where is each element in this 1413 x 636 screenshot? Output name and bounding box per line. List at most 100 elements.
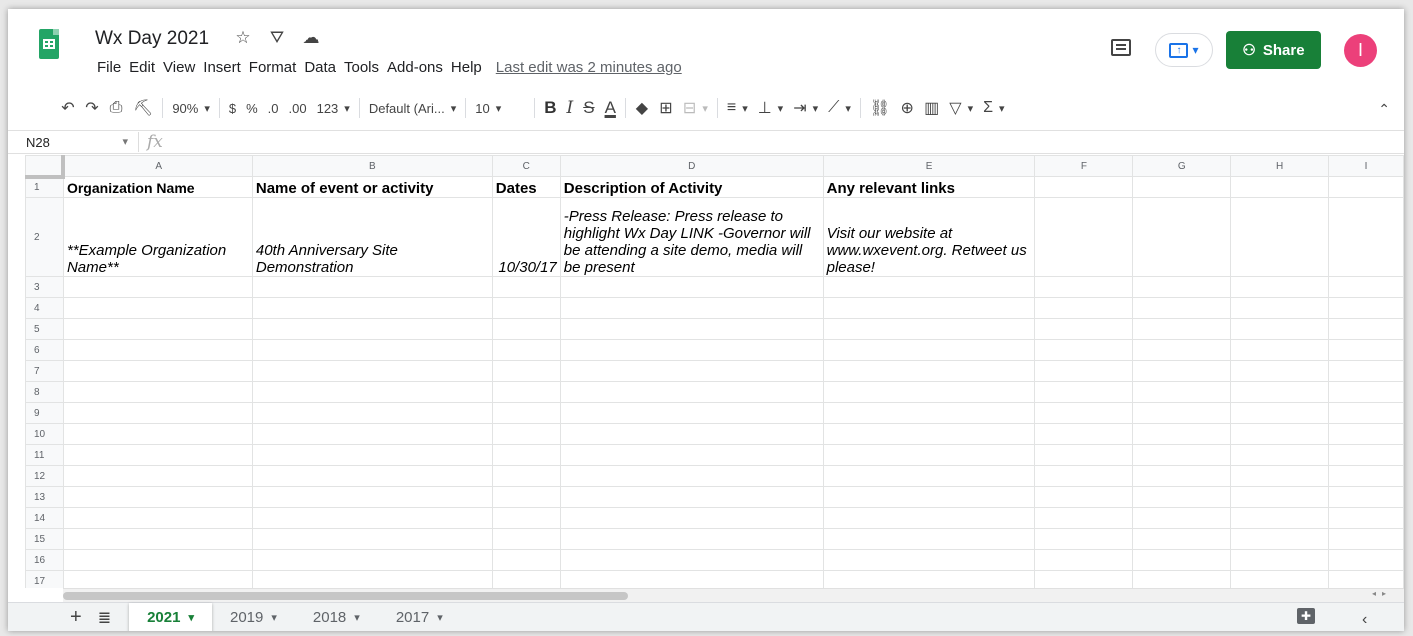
table-cell[interactable] bbox=[822, 444, 1036, 466]
table-cell[interactable] bbox=[1132, 549, 1232, 571]
table-cell[interactable] bbox=[1132, 465, 1232, 487]
cell-a2[interactable]: **Example Organization Name** bbox=[62, 197, 253, 277]
present-button[interactable]: ↑ ▾ bbox=[1155, 33, 1213, 67]
table-cell[interactable] bbox=[251, 276, 493, 298]
table-cell[interactable] bbox=[62, 423, 253, 445]
table-cell[interactable] bbox=[251, 486, 493, 508]
table-cell[interactable] bbox=[1230, 339, 1330, 361]
text-wrapping-icon[interactable]: ⇥ bbox=[788, 96, 823, 120]
row-header[interactable]: 6 bbox=[25, 339, 64, 361]
table-cell[interactable] bbox=[1034, 507, 1134, 529]
menu-help[interactable]: Help bbox=[447, 59, 486, 76]
table-cell[interactable] bbox=[251, 528, 493, 550]
table-cell[interactable] bbox=[62, 507, 253, 529]
row-header[interactable]: 17 bbox=[25, 570, 64, 588]
table-cell[interactable] bbox=[1328, 381, 1404, 403]
table-cell[interactable] bbox=[559, 423, 824, 445]
table-cell[interactable] bbox=[559, 339, 824, 361]
table-cell[interactable] bbox=[822, 528, 1036, 550]
table-cell[interactable] bbox=[1034, 486, 1134, 508]
table-cell[interactable] bbox=[822, 381, 1036, 403]
tab-2018[interactable]: 2018 bbox=[295, 603, 378, 632]
table-cell[interactable] bbox=[1328, 423, 1404, 445]
column-header-c[interactable]: C bbox=[491, 155, 561, 177]
table-cell[interactable] bbox=[822, 423, 1036, 445]
star-icon[interactable]: ☆ bbox=[233, 28, 253, 48]
table-cell[interactable] bbox=[1230, 318, 1330, 340]
table-cell[interactable] bbox=[1328, 444, 1404, 466]
table-cell[interactable] bbox=[62, 318, 253, 340]
table-cell[interactable] bbox=[251, 402, 493, 424]
table-cell[interactable] bbox=[1132, 360, 1232, 382]
table-cell[interactable] bbox=[62, 339, 253, 361]
table-cell[interactable] bbox=[491, 423, 561, 445]
row-header[interactable]: 4 bbox=[25, 297, 64, 319]
table-cell[interactable] bbox=[491, 486, 561, 508]
table-cell[interactable] bbox=[559, 486, 824, 508]
table-cell[interactable] bbox=[1230, 507, 1330, 529]
select-all-corner[interactable] bbox=[25, 155, 66, 179]
table-cell[interactable] bbox=[822, 507, 1036, 529]
table-cell[interactable] bbox=[491, 549, 561, 571]
table-cell[interactable] bbox=[251, 360, 493, 382]
filter-icon[interactable]: ▽ bbox=[944, 96, 978, 120]
table-cell[interactable] bbox=[251, 549, 493, 571]
table-cell[interactable] bbox=[491, 528, 561, 550]
table-cell[interactable] bbox=[822, 360, 1036, 382]
table-cell[interactable] bbox=[251, 444, 493, 466]
functions-icon[interactable]: Σ bbox=[978, 96, 1009, 120]
table-cell[interactable] bbox=[491, 465, 561, 487]
table-cell[interactable] bbox=[491, 318, 561, 340]
table-cell[interactable] bbox=[1132, 318, 1232, 340]
cell-g2[interactable] bbox=[1132, 197, 1232, 277]
table-cell[interactable] bbox=[1328, 507, 1404, 529]
table-cell[interactable] bbox=[1132, 297, 1232, 319]
table-cell[interactable] bbox=[822, 465, 1036, 487]
table-cell[interactable] bbox=[62, 528, 253, 550]
table-cell[interactable] bbox=[559, 297, 824, 319]
table-cell[interactable] bbox=[491, 339, 561, 361]
table-cell[interactable] bbox=[251, 507, 493, 529]
table-cell[interactable] bbox=[559, 318, 824, 340]
column-header-a[interactable]: A bbox=[62, 155, 253, 177]
tab-2019[interactable]: 2019 bbox=[212, 603, 295, 632]
explore-icon[interactable]: ✚ bbox=[1297, 608, 1315, 624]
menu-file[interactable]: File bbox=[93, 59, 125, 76]
cell-f1[interactable] bbox=[1034, 176, 1134, 198]
table-cell[interactable] bbox=[1328, 339, 1404, 361]
table-cell[interactable] bbox=[1132, 507, 1232, 529]
table-cell[interactable] bbox=[1328, 276, 1404, 298]
row-header[interactable]: 1 bbox=[25, 176, 64, 198]
table-cell[interactable] bbox=[62, 465, 253, 487]
percent-format-button[interactable]: % bbox=[241, 96, 263, 120]
scrollbar-thumb[interactable] bbox=[63, 592, 628, 600]
move-to-drive-icon[interactable]: ⛛ bbox=[267, 28, 287, 48]
cell-a1[interactable]: Organization Name bbox=[62, 176, 253, 198]
row-header[interactable]: 16 bbox=[25, 549, 64, 571]
cell-e2[interactable]: Visit our website at www.wxevent.org. Re… bbox=[822, 197, 1036, 277]
increase-decimal-button[interactable]: .00 bbox=[284, 96, 312, 120]
table-cell[interactable] bbox=[1328, 486, 1404, 508]
table-cell[interactable] bbox=[1132, 423, 1232, 445]
cell-d2[interactable]: -Press Release: Press release to highlig… bbox=[559, 197, 824, 277]
table-cell[interactable] bbox=[251, 381, 493, 403]
strikethrough-button[interactable]: S bbox=[578, 96, 599, 120]
scroll-arrows-icon[interactable]: ◂▸ bbox=[1372, 589, 1392, 598]
table-cell[interactable] bbox=[559, 507, 824, 529]
row-header[interactable]: 11 bbox=[25, 444, 64, 466]
row-header[interactable]: 7 bbox=[25, 360, 64, 382]
horizontal-scrollbar[interactable]: ◂▸ bbox=[63, 588, 1404, 602]
table-cell[interactable] bbox=[1230, 486, 1330, 508]
column-header-e[interactable]: E bbox=[822, 155, 1036, 177]
menu-insert[interactable]: Insert bbox=[199, 59, 245, 76]
insert-comment-icon[interactable]: ⊕ bbox=[895, 96, 919, 120]
menu-view[interactable]: View bbox=[159, 59, 199, 76]
table-cell[interactable] bbox=[559, 402, 824, 424]
redo-icon[interactable]: ↷ bbox=[80, 96, 104, 120]
table-cell[interactable] bbox=[1034, 570, 1134, 588]
table-cell[interactable] bbox=[1230, 381, 1330, 403]
table-cell[interactable] bbox=[1034, 444, 1134, 466]
menu-tools[interactable]: Tools bbox=[340, 59, 383, 76]
table-cell[interactable] bbox=[1034, 318, 1134, 340]
cell-c2[interactable]: 10/30/17 bbox=[491, 197, 561, 277]
